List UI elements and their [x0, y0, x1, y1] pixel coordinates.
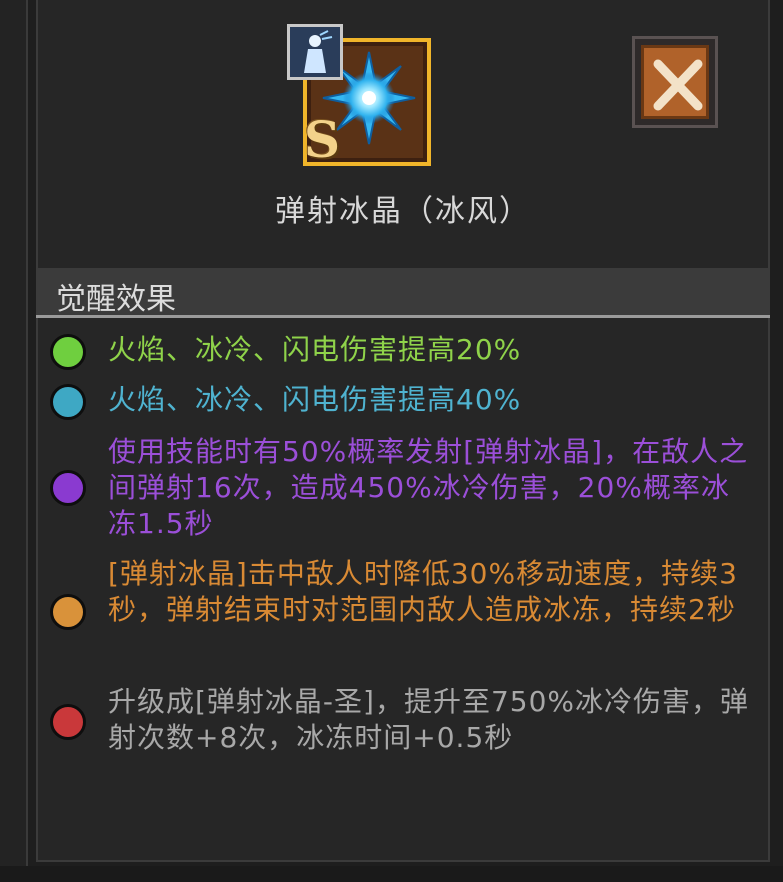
cyan-dot-icon	[50, 384, 86, 420]
effect-text-4: [弹射冰晶]击中敌人时降低30%移动速度，持续3秒，弹射结束时对范围内敌人造成冰…	[108, 557, 738, 626]
hero-portrait-icon	[287, 24, 343, 80]
effect-text-2: 火焰、冰冷、闪电伤害提高40%	[108, 383, 522, 416]
rank-badge: S	[303, 110, 341, 169]
effect-text-5: 升级成[弹射冰晶-圣]，提升至750%冰冷伤害，弹射次数+8次，冰冻时间+0.5…	[108, 685, 750, 754]
green-dot-icon	[50, 334, 86, 370]
red-dot-icon	[50, 704, 86, 740]
orange-dot-icon	[50, 594, 86, 630]
skill-name: 弹射冰晶（冰风）	[275, 194, 531, 229]
bottom-edge	[0, 866, 783, 882]
side-panel-edge	[0, 0, 28, 882]
close-icon	[641, 45, 709, 119]
effect-text-3: 使用技能时有50%概率发射[弹射冰晶]，在敌人之间弹射16次，造成450%冰冷伤…	[108, 435, 749, 540]
purple-dot-icon	[50, 470, 86, 506]
close-button[interactable]	[632, 36, 718, 128]
section-title: 觉醒效果	[56, 282, 176, 317]
section-header: 觉醒效果	[36, 268, 770, 318]
effect-text-1: 火焰、冰冷、闪电伤害提高20%	[108, 333, 522, 366]
